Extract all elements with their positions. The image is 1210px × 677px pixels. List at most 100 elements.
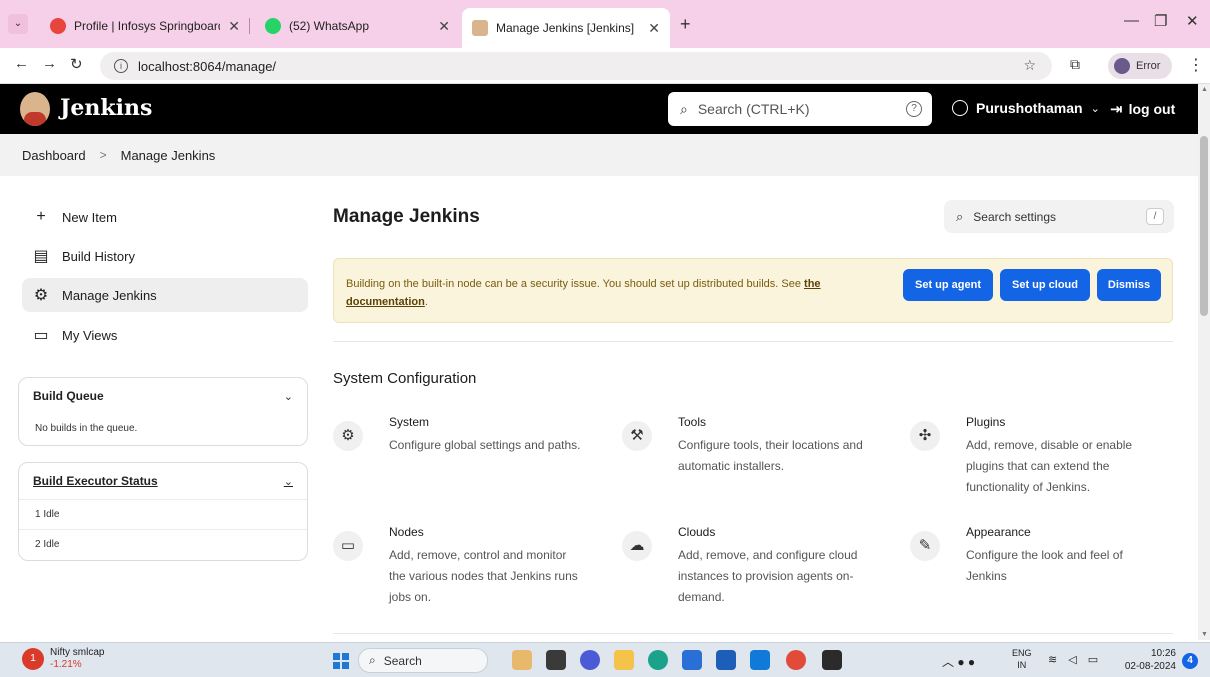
section-divider — [333, 341, 1173, 342]
sidebar-item-label: Build History — [62, 248, 135, 264]
set-up-cloud-button[interactable]: Set up cloud — [1000, 269, 1090, 301]
executor-status-title[interactable]: Build Executor Status — [33, 474, 158, 488]
close-window-icon[interactable]: ✕ — [1186, 12, 1199, 30]
user-name: Purushothaman — [976, 100, 1083, 116]
card-description: Add, remove, control and monitor the var… — [389, 548, 578, 604]
dismiss-button[interactable]: Dismiss — [1097, 269, 1161, 301]
profile-button[interactable]: Error — [1108, 53, 1172, 79]
windows-start-icon[interactable] — [333, 653, 349, 669]
card-description: Add, remove, and configure cloud instanc… — [678, 548, 858, 604]
scroll-up-icon[interactable]: ▲ — [1201, 86, 1208, 93]
tab-whatsapp[interactable]: (52) WhatsApp ✕ — [255, 10, 460, 42]
settings-search-input[interactable]: ⌕ Search settings / — [944, 200, 1174, 233]
edge-icon[interactable] — [648, 650, 668, 670]
jenkins-brand[interactable]: Jenkins — [60, 95, 152, 121]
lang-top: ENG — [1012, 648, 1032, 658]
settings-search-placeholder: Search settings — [973, 209, 1056, 224]
tab-infosys[interactable]: Profile | Infosys Springboard ✕ — [40, 10, 250, 42]
executor-status-panel: Build Executor Status ⌄ 1 Idle 2 Idle — [18, 462, 308, 561]
address-bar[interactable]: i localhost:8064/manage/ ☆ — [100, 52, 1052, 80]
site-info-icon[interactable]: i — [114, 59, 128, 73]
search-icon: ⌕ — [680, 100, 688, 117]
minimize-icon[interactable]: — — [1124, 12, 1139, 29]
build-queue-title: Build Queue — [33, 389, 104, 403]
windows-taskbar: 1 Nifty smlcap -1.21% ⌕ Search ︿ ● ● ENG… — [0, 642, 1210, 677]
card-title[interactable]: Nodes — [389, 525, 424, 539]
close-tab-icon[interactable]: ✕ — [648, 20, 660, 37]
executor-status-header[interactable]: Build Executor Status ⌄ — [19, 463, 307, 499]
scroll-down-icon[interactable]: ▼ — [1201, 631, 1208, 638]
chrome-icon[interactable] — [786, 650, 806, 670]
taskbar-search[interactable]: ⌕ Search — [358, 648, 488, 673]
new-tab-button[interactable]: + — [680, 14, 691, 35]
browser-menu-icon[interactable]: ⋮ — [1188, 55, 1204, 75]
file-explorer-icon[interactable] — [614, 650, 634, 670]
alert-message: Building on the built-in node can be a s… — [346, 275, 886, 311]
card-description: Configure tools, their locations and aut… — [678, 438, 863, 473]
tab-title: Profile | Infosys Springboard — [74, 19, 221, 33]
back-icon[interactable]: ← — [14, 55, 29, 72]
taskbar-clock[interactable]: 10:26 02-08-2024 — [1118, 647, 1176, 673]
store-icon[interactable] — [682, 650, 702, 670]
notification-badge[interactable]: 4 — [1182, 653, 1198, 669]
breadcrumb-manage-jenkins[interactable]: Manage Jenkins — [121, 148, 216, 163]
sidebar-item-new-item[interactable]: + New Item — [22, 200, 308, 234]
stock-widget[interactable]: 1 Nifty smlcap -1.21% — [22, 647, 104, 671]
executor-row: 2 Idle — [19, 529, 307, 559]
tab-search-chevron-icon[interactable]: ⌄ — [8, 14, 28, 34]
system-tray-icons[interactable]: ≋ ◁ ▭ — [1048, 653, 1102, 666]
shortcut-badge: / — [1146, 208, 1164, 225]
taskbar-app-icon[interactable] — [512, 650, 532, 670]
chevron-down-icon[interactable]: ⌄ — [284, 475, 293, 488]
stock-widget-title: Nifty smlcap — [50, 647, 105, 658]
help-icon[interactable]: ? — [906, 101, 922, 117]
card-title[interactable]: Plugins — [966, 415, 1005, 429]
global-search-input[interactable]: ⌕ Search (CTRL+K) ? — [668, 92, 932, 126]
hammer-icon: ⚒ — [622, 421, 652, 451]
tab-title: Manage Jenkins [Jenkins] — [496, 21, 635, 35]
breadcrumb-dashboard[interactable]: Dashboard — [22, 148, 86, 163]
section-title: System Configuration — [333, 370, 477, 387]
task-view-icon[interactable] — [546, 650, 566, 670]
page-scrollbar[interactable]: ▲ ▼ — [1198, 84, 1210, 640]
security-alert: Building on the built-in node can be a s… — [333, 258, 1173, 323]
cloud-icon: ☁ — [622, 531, 652, 561]
tab-manage-jenkins[interactable]: Manage Jenkins [Jenkins] ✕ — [462, 8, 670, 48]
gear-icon: ⚙ — [33, 287, 49, 304]
scrollbar-thumb[interactable] — [1200, 136, 1208, 316]
bookmark-star-icon[interactable]: ☆ — [1023, 57, 1036, 74]
teams-icon[interactable] — [580, 650, 600, 670]
close-tab-icon[interactable]: ✕ — [438, 18, 450, 35]
jenkins-logo-icon[interactable] — [20, 92, 50, 126]
extensions-icon[interactable]: ⧉ — [1070, 56, 1080, 73]
lang-bottom: IN — [1017, 660, 1027, 670]
reload-icon[interactable]: ↻ — [70, 55, 83, 73]
close-tab-icon[interactable]: ✕ — [228, 18, 240, 35]
taskbar-search-label: Search — [383, 653, 422, 668]
linkedin-icon[interactable] — [716, 650, 736, 670]
terminal-icon[interactable] — [822, 650, 842, 670]
page-title: Manage Jenkins — [333, 206, 480, 227]
card-title[interactable]: Appearance — [966, 525, 1031, 539]
sidebar-item-my-views[interactable]: ▭ My Views — [22, 318, 308, 352]
outlook-icon[interactable] — [750, 650, 770, 670]
tray-overflow-icon[interactable]: ︿ ● ● — [942, 653, 975, 670]
card-title[interactable]: System — [389, 415, 429, 429]
restore-icon[interactable]: ❐ — [1154, 12, 1167, 30]
sidebar-item-manage-jenkins[interactable]: ⚙ Manage Jenkins — [22, 278, 308, 312]
card-title[interactable]: Clouds — [678, 525, 715, 539]
logout-icon: ⇥ — [1110, 101, 1123, 118]
tab-title: (52) WhatsApp — [289, 19, 370, 33]
build-queue-header[interactable]: Build Queue ⌄ — [19, 378, 307, 414]
logout-link[interactable]: ⇥ log out — [1110, 100, 1175, 118]
chevron-down-icon[interactable]: ⌄ — [284, 390, 293, 403]
user-menu[interactable]: Purushothaman ⌄ — [952, 100, 1100, 116]
card-title[interactable]: Tools — [678, 415, 706, 429]
jenkins-favicon-icon — [472, 20, 488, 36]
language-indicator[interactable]: ENG IN — [1012, 647, 1032, 671]
breadcrumb-chevron-icon: > — [99, 148, 107, 162]
sidebar-item-build-history[interactable]: ▤ Build History — [22, 239, 308, 273]
infosys-favicon-icon — [50, 18, 66, 34]
set-up-agent-button[interactable]: Set up agent — [903, 269, 993, 301]
forward-icon[interactable]: → — [42, 55, 57, 72]
